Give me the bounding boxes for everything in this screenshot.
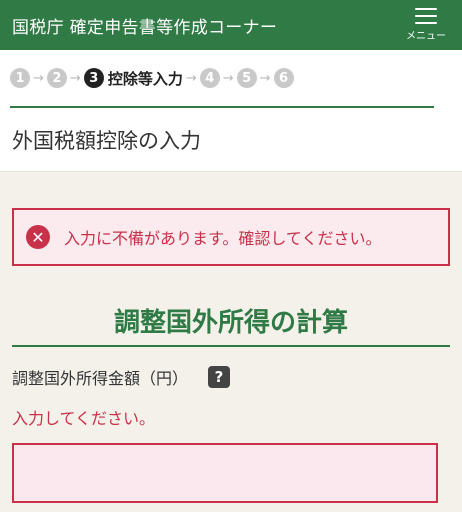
current-step-label: 控除等入力 <box>107 69 183 88</box>
field-label-row: 調整国外所得金額（円） ? <box>12 365 450 389</box>
menu-button[interactable]: メニュー <box>402 0 450 50</box>
error-alert: ✕ 入力に不備があります。確認してください。 <box>12 208 450 266</box>
top-panel: 1 → 2 → 3 控除等入力 → 4 → 5 → 6 外国税額控除の入力 <box>0 50 462 172</box>
arrow-right-icon: → <box>222 70 234 86</box>
menu-label: メニュー <box>406 31 446 42</box>
main-content: ✕ 入力に不備があります。確認してください。 調整国外所得の計算 調整国外所得金… <box>0 208 462 503</box>
step-4: 4 <box>199 68 220 88</box>
error-message: 入力に不備があります。確認してください。 <box>64 229 382 248</box>
page-title: 外国税額控除の入力 <box>0 108 462 172</box>
close-icon: ✕ <box>26 225 50 249</box>
step-3-current: 3 <box>83 68 104 88</box>
step-2: 2 <box>46 68 67 88</box>
progress-steps: 1 → 2 → 3 控除等入力 → 4 → 5 → 6 <box>0 50 462 106</box>
arrow-right-icon: → <box>259 70 271 86</box>
field-label: 調整国外所得金額（円） <box>12 369 189 388</box>
app-header: 国税庁 確定申告書等作成コーナー メニュー <box>0 0 462 50</box>
arrow-right-icon: → <box>33 70 44 86</box>
arrow-right-icon: → <box>185 70 197 86</box>
section-title: 調整国外所得の計算 <box>12 302 450 347</box>
site-title: 国税庁 確定申告書等作成コーナー <box>12 17 278 38</box>
step-1: 1 <box>10 68 30 88</box>
step-6: 6 <box>273 68 294 88</box>
help-icon[interactable]: ? <box>208 366 231 388</box>
arrow-right-icon: → <box>69 70 81 86</box>
adjusted-foreign-income-input[interactable] <box>12 443 438 503</box>
field-error-message: 入力してください。 <box>12 409 156 428</box>
hamburger-icon <box>415 8 437 24</box>
step-5: 5 <box>236 68 257 88</box>
